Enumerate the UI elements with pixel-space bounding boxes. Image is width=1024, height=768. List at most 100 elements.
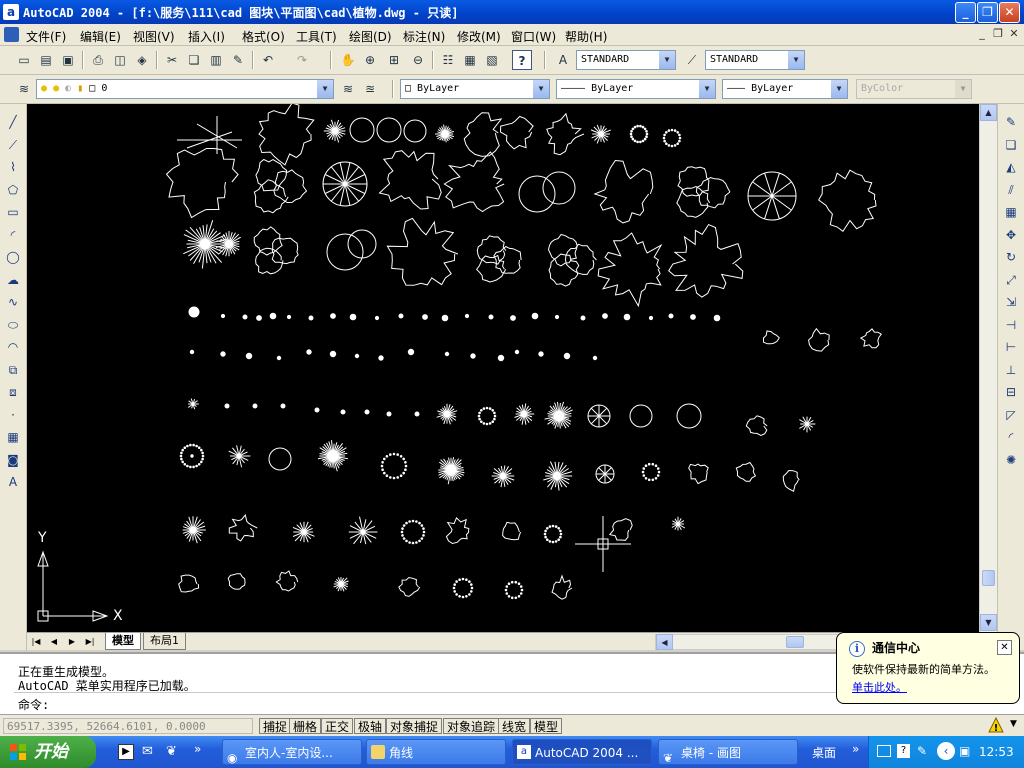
network-tray-icon[interactable]: ▣ [959, 744, 970, 758]
balloon-link[interactable]: 单击此处。 [852, 679, 907, 695]
break-at-point-icon[interactable]: ⊥ [1001, 360, 1021, 380]
save-icon[interactable]: ▣ [58, 50, 78, 70]
help-tray-icon[interactable]: ? [897, 744, 910, 758]
task-button[interactable]: ❦ 桌椅 - 画图 [658, 739, 798, 765]
ellipse-arc-icon[interactable]: ◠ [3, 337, 23, 357]
layer-combo[interactable]: ● ● ◐ ▮ □ 0 ▼ [36, 79, 334, 99]
menu-draw[interactable]: 绘图(D) [349, 28, 392, 45]
menu-edit[interactable]: 编辑(E) [80, 28, 121, 45]
plot-preview-icon[interactable]: ◫ [110, 50, 130, 70]
keyboard-icon[interactable] [877, 745, 891, 757]
mirror-icon[interactable]: ◭ [1001, 157, 1021, 177]
stretch-icon[interactable]: ⇲ [1001, 292, 1021, 312]
make-block-icon[interactable]: ⧈ [3, 382, 23, 402]
properties-icon[interactable]: ☷ [438, 50, 458, 70]
menu-modify[interactable]: 修改(M) [457, 28, 501, 45]
document-restore-button[interactable]: ❐ [991, 27, 1005, 41]
text-style-combo[interactable]: STANDARD ▼ [576, 50, 676, 70]
zoom-window-icon[interactable]: ⊞ [384, 50, 404, 70]
task-button[interactable]: 角线 [366, 739, 506, 765]
layer-previous-icon[interactable]: ≊ [360, 79, 380, 99]
chamfer-icon[interactable]: ◸ [1001, 405, 1021, 425]
fillet-icon[interactable]: ◜ [1001, 427, 1021, 447]
status-menu-arrow-icon[interactable]: ▼ [1010, 719, 1017, 729]
publish-icon[interactable]: ◈ [132, 50, 152, 70]
chevron-down-icon[interactable]: ▼ [659, 51, 675, 69]
array-icon[interactable]: ▦ [1001, 202, 1021, 222]
plot-icon[interactable]: ⎙ [88, 50, 108, 70]
model-space-toggle[interactable]: 模型 [530, 718, 563, 734]
redo-icon[interactable]: ↷ [292, 50, 312, 70]
desktop-toolbar-label[interactable]: 桌面 [812, 744, 836, 761]
move-icon[interactable]: ✥ [1001, 225, 1021, 245]
start-button[interactable]: 开始 [0, 736, 96, 768]
color-combo[interactable]: □ ByLayer ▼ [400, 79, 550, 99]
help-icon[interactable]: ? [512, 50, 532, 70]
multiline-text-icon[interactable]: A [3, 472, 23, 492]
explode-icon[interactable]: ✺ [1001, 450, 1021, 470]
minimize-button[interactable]: _ [955, 2, 976, 23]
quicklaunch-chevron-icon[interactable]: » [194, 742, 201, 756]
cut-icon[interactable]: ✂ [162, 50, 182, 70]
menu-dimension[interactable]: 标注(N) [403, 28, 445, 45]
layer-manager-icon[interactable]: ≋ [14, 79, 34, 99]
polar-toggle[interactable]: 极轴 [354, 718, 387, 734]
menu-view[interactable]: 视图(V) [133, 28, 175, 45]
menu-window[interactable]: 窗口(W) [511, 28, 556, 45]
coordinate-readout[interactable]: 69517.3395, 52664.6101, 0.0000 [3, 718, 253, 734]
spline-icon[interactable]: ∿ [3, 292, 23, 312]
match-properties-icon[interactable]: ✎ [228, 50, 248, 70]
osnap-toggle[interactable]: 对象捕捉 [386, 718, 443, 734]
undo-icon[interactable]: ↶ [258, 50, 278, 70]
horizontal-scroll-thumb[interactable] [786, 636, 804, 648]
circle-icon[interactable]: ◯ [3, 247, 23, 267]
break-icon[interactable]: ⊟ [1001, 382, 1021, 402]
copy-clip-icon[interactable]: ❏ [184, 50, 204, 70]
tab-model[interactable]: 模型 [105, 633, 141, 650]
revision-cloud-icon[interactable]: ☁ [3, 270, 23, 290]
task-button-active[interactable]: a AutoCAD 2004 ... [512, 739, 652, 765]
grid-toggle[interactable]: 栅格 [289, 718, 322, 734]
pan-realtime-icon[interactable]: ✋ [338, 50, 358, 70]
first-tab-icon[interactable]: |◀ [29, 634, 43, 649]
communication-center-icon[interactable]: ! [988, 716, 1004, 734]
design-center-icon[interactable]: ▦ [460, 50, 480, 70]
menu-help[interactable]: 帮助(H) [565, 28, 607, 45]
last-tab-icon[interactable]: ▶| [83, 634, 97, 649]
dimension-style-combo[interactable]: STANDARD ▼ [705, 50, 805, 70]
document-minimize-button[interactable]: _ [975, 27, 989, 41]
media-player-quicklaunch-icon[interactable]: ▶ [118, 744, 134, 760]
clock[interactable]: 12:53 [979, 745, 1014, 759]
new-file-icon[interactable]: ▭ [14, 50, 34, 70]
zoom-realtime-icon[interactable]: ⊕ [360, 50, 380, 70]
arc-icon[interactable]: ◜ [3, 225, 23, 245]
polyline-icon[interactable]: ⌇ [3, 157, 23, 177]
copy-icon[interactable]: ❏ [1001, 135, 1021, 155]
line-icon[interactable]: ╱ [3, 112, 23, 132]
lineweight-combo[interactable]: ——— ByLayer ▼ [722, 79, 848, 99]
desktop-chevron-icon[interactable]: » [852, 742, 859, 756]
paste-icon[interactable]: ▥ [206, 50, 226, 70]
construction-line-icon[interactable]: ⟋ [3, 135, 23, 155]
ellipse-icon[interactable]: ⬭ [3, 315, 23, 335]
document-icon[interactable] [4, 27, 19, 42]
title-bar[interactable]: a AutoCAD 2004 - [f:\服务\111\cad 图块\平面图\c… [0, 0, 1024, 24]
zoom-previous-icon[interactable]: ⊖ [408, 50, 428, 70]
extend-icon[interactable]: ⊢ [1001, 337, 1021, 357]
open-file-icon[interactable]: ▤ [36, 50, 56, 70]
erase-icon[interactable]: ✎ [1001, 112, 1021, 132]
balloon-close-button[interactable]: ✕ [997, 640, 1012, 655]
linetype-combo[interactable]: ———— ByLayer ▼ [556, 79, 716, 99]
menu-format[interactable]: 格式(O) [242, 28, 285, 45]
ortho-toggle[interactable]: 正交 [321, 718, 354, 734]
rectangle-icon[interactable]: ▭ [3, 202, 23, 222]
region-icon[interactable]: ◙ [3, 450, 23, 470]
chevron-down-icon[interactable]: ▼ [699, 80, 715, 98]
otrack-toggle[interactable]: 对象追踪 [443, 718, 500, 734]
quicklaunch-app-icon[interactable]: ❦ [166, 744, 177, 759]
next-tab-icon[interactable]: ▶ [65, 634, 79, 649]
scale-icon[interactable]: ⤢ [1001, 270, 1021, 290]
menu-insert[interactable]: 插入(I) [188, 28, 225, 45]
close-button[interactable]: ✕ [999, 2, 1020, 23]
pen-tray-icon[interactable]: ✎ [917, 744, 927, 758]
